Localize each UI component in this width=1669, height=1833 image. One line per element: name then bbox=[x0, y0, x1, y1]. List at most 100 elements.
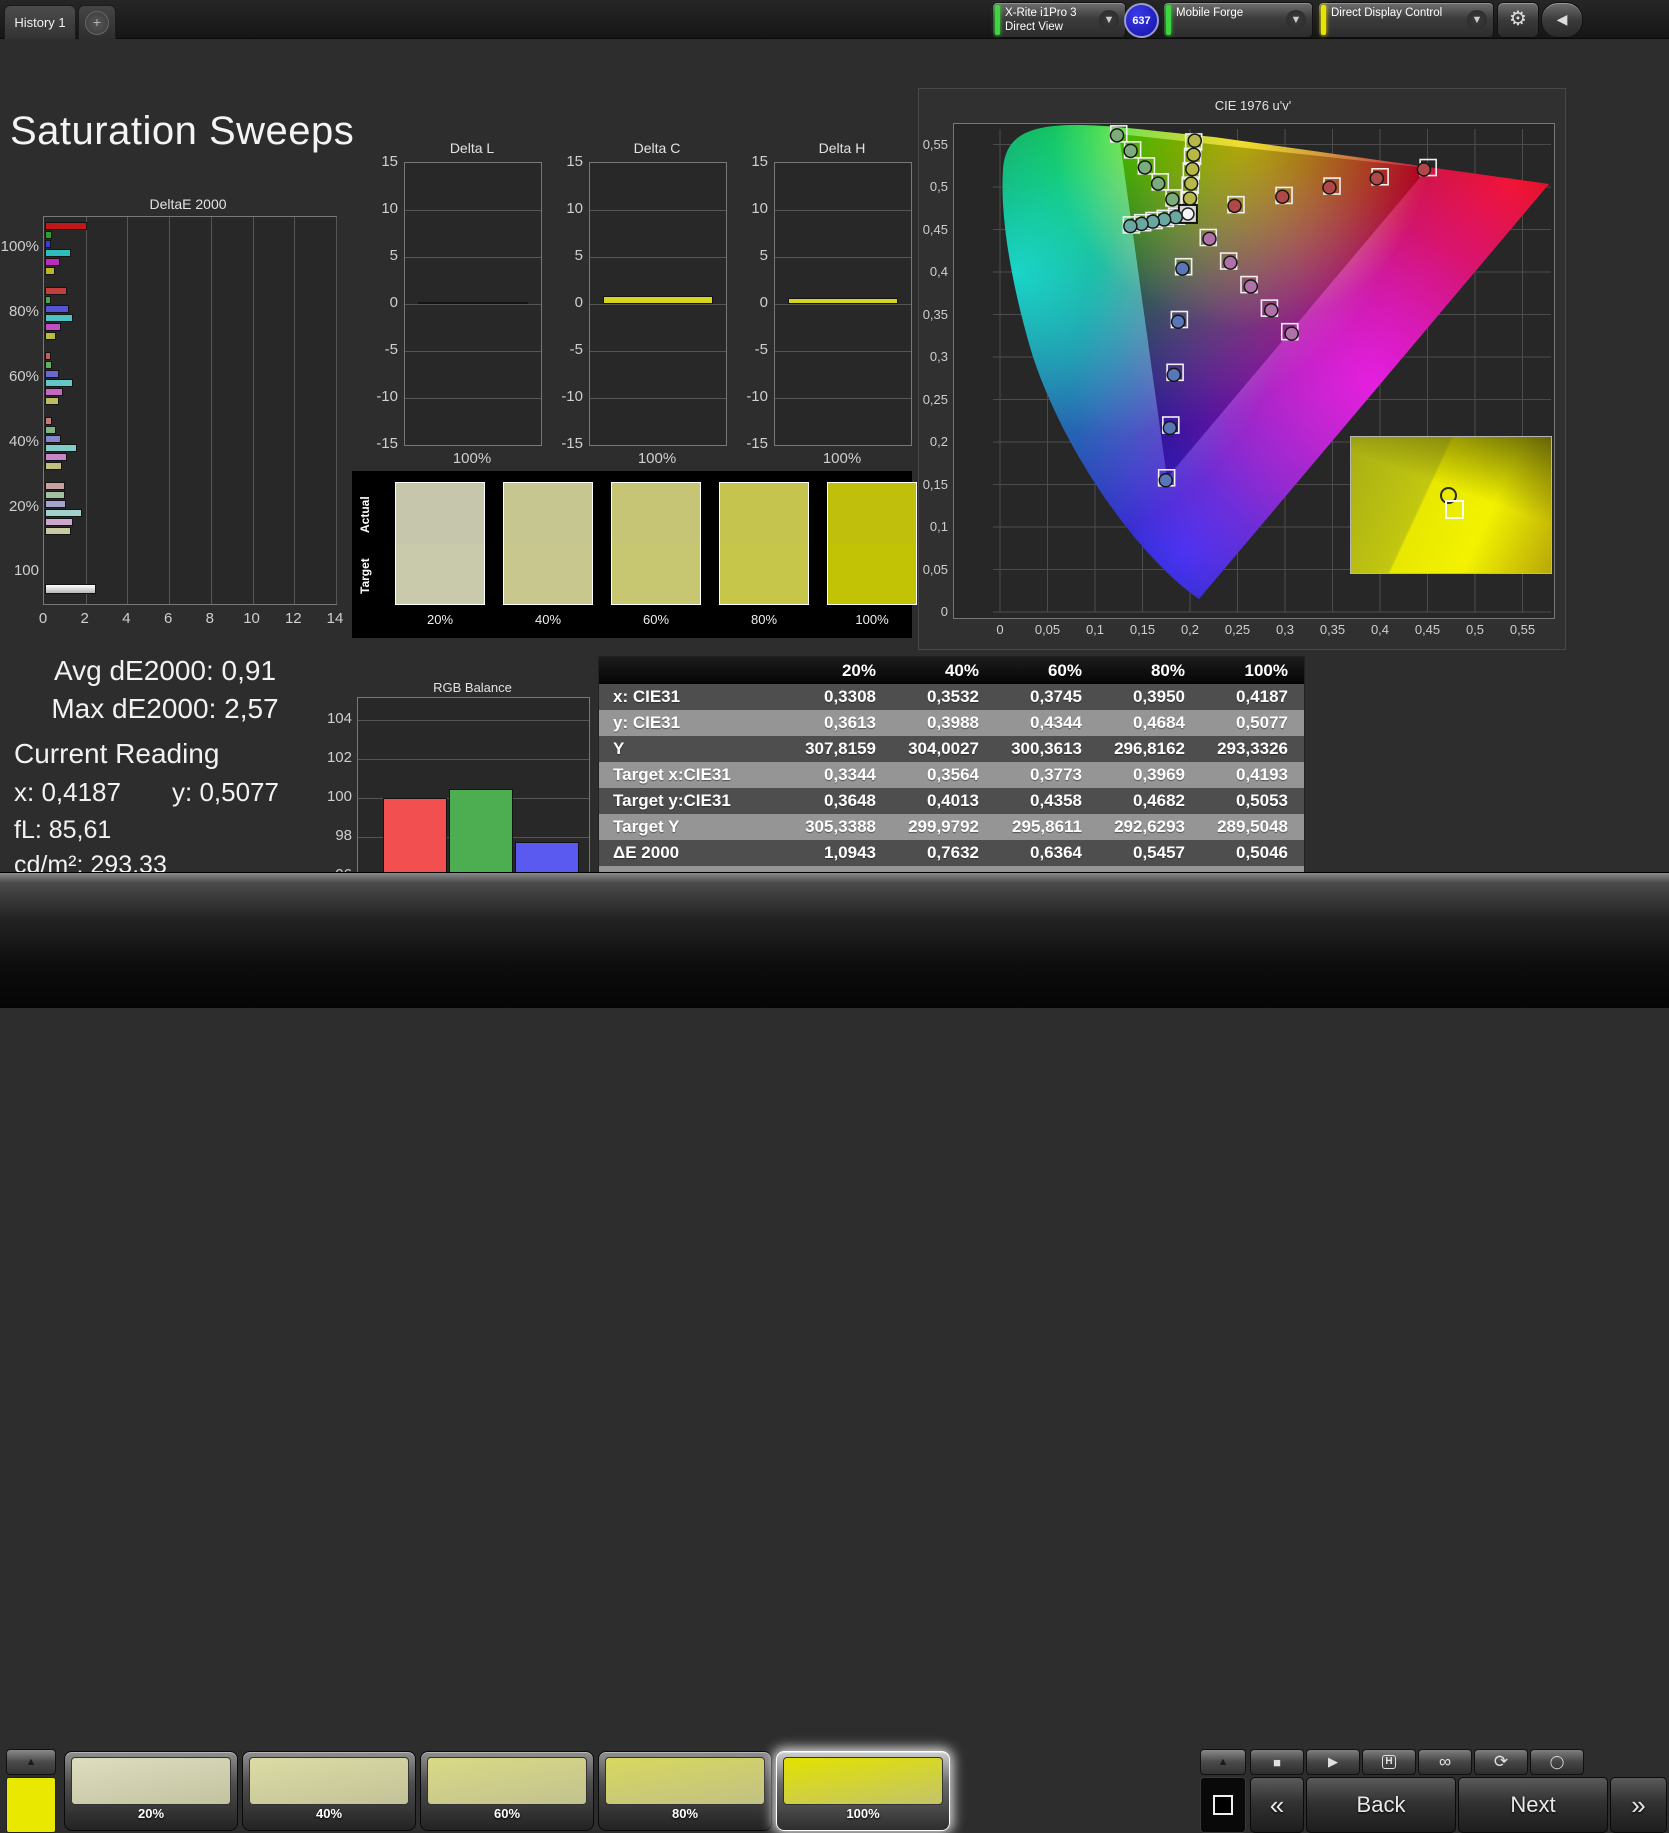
double-chevron-left-icon: « bbox=[1269, 1789, 1285, 1820]
actual-row-label: Actual bbox=[358, 496, 372, 534]
swatch-80% bbox=[719, 482, 809, 605]
group-label: 40% bbox=[8, 433, 39, 450]
y-tick-label: -15 bbox=[376, 435, 398, 452]
record-icon: ◯ bbox=[1549, 1754, 1565, 1769]
settings-button[interactable]: ⚙ bbox=[1497, 2, 1539, 38]
cie-x-tick: 0,05 bbox=[1034, 622, 1061, 637]
h-mode-button[interactable]: H bbox=[1362, 1749, 1416, 1775]
patch-button-80%[interactable]: 80% bbox=[598, 1751, 772, 1831]
cie-x-tick: 0,2 bbox=[1180, 622, 1200, 637]
gridline bbox=[775, 351, 911, 352]
bar-cyan bbox=[45, 509, 82, 517]
collapse-panel-button[interactable]: ◀ bbox=[1541, 2, 1583, 38]
cell: 0,6364 bbox=[1030, 843, 1082, 862]
gridline bbox=[405, 304, 541, 305]
y-tick-label: 15 bbox=[566, 153, 583, 170]
patch-button-40%[interactable]: 40% bbox=[242, 1751, 416, 1831]
y-tick-label: -15 bbox=[746, 435, 768, 452]
meter-count-badge[interactable]: 637 bbox=[1124, 3, 1159, 38]
inset-target-point bbox=[1445, 499, 1464, 519]
patch-button-20%[interactable]: 20% bbox=[64, 1751, 238, 1831]
actual-swatch bbox=[828, 483, 916, 544]
source-dropdown[interactable]: Mobile Forge ▼ bbox=[1163, 2, 1313, 38]
display-control-dropdown[interactable]: Direct Display Control ▼ bbox=[1318, 2, 1494, 38]
cie-y-tick: 0,2 bbox=[929, 434, 948, 449]
y-tick-label: 15 bbox=[751, 153, 768, 170]
add-tab-button[interactable]: + bbox=[78, 5, 116, 39]
play-button[interactable]: ▶ bbox=[1306, 1749, 1360, 1775]
bar-blue bbox=[45, 435, 61, 443]
repeat-button[interactable]: ⟳ bbox=[1474, 1749, 1528, 1775]
y-tick-label: -5 bbox=[569, 341, 583, 358]
gridline bbox=[405, 210, 541, 211]
column-header: 100% bbox=[1244, 661, 1288, 680]
patch-window-button[interactable] bbox=[1200, 1777, 1246, 1833]
gridline bbox=[358, 720, 589, 721]
y-tick-label: 100 bbox=[326, 788, 352, 805]
measured-yellow bbox=[1183, 176, 1199, 191]
patch-button-100%[interactable]: 100% bbox=[776, 1751, 950, 1831]
cie-zoom-inset bbox=[1350, 436, 1552, 574]
cell: 0,4187 bbox=[1236, 687, 1288, 706]
actual-swatch bbox=[612, 483, 700, 544]
measured-magenta bbox=[1243, 279, 1259, 294]
h-mode-icon: H bbox=[1382, 1755, 1396, 1769]
current-reading-label: Current Reading bbox=[14, 738, 220, 769]
y-tick-label: 15 bbox=[381, 153, 398, 170]
bar-yellow bbox=[45, 462, 62, 470]
calibration-app: History 1 + X-Rite i1Pro 3 Direct View ▼ … bbox=[0, 0, 1669, 1833]
bar-green bbox=[45, 296, 52, 304]
patch-button-60%[interactable]: 60% bbox=[420, 1751, 594, 1831]
expand-right-button[interactable]: ▲ bbox=[1200, 1749, 1246, 1775]
measured-green bbox=[1123, 143, 1138, 159]
double-chevron-right-icon: » bbox=[1631, 1789, 1646, 1820]
bar-yellow bbox=[45, 332, 57, 340]
cie-y-tick: 0,4 bbox=[929, 264, 948, 279]
stop-icon: ■ bbox=[1273, 1754, 1281, 1770]
delta_l-title: Delta L bbox=[449, 140, 495, 156]
gridline bbox=[590, 398, 726, 399]
continuous-button[interactable]: ∞ bbox=[1418, 1749, 1472, 1775]
stop-button[interactable]: ■ bbox=[1250, 1749, 1304, 1775]
expand-left-button[interactable]: ▲ bbox=[6, 1749, 56, 1775]
measured-green bbox=[1150, 176, 1166, 191]
column-header: 20% bbox=[841, 661, 876, 680]
record-button[interactable]: ◯ bbox=[1530, 1749, 1584, 1775]
cell: 0,3950 bbox=[1133, 687, 1185, 706]
measured-magenta bbox=[1284, 326, 1299, 341]
white-point-measured bbox=[1181, 207, 1195, 221]
meter-dropdown[interactable]: X-Rite i1Pro 3 Direct View ▼ bbox=[992, 2, 1126, 38]
x-tick-label: 0 bbox=[38, 610, 48, 627]
bar-blue bbox=[45, 370, 59, 378]
current-patch-swatch[interactable] bbox=[6, 1777, 56, 1833]
back-button[interactable]: Back bbox=[1306, 1777, 1456, 1833]
delta_l-bar bbox=[418, 301, 528, 304]
measured-blue bbox=[1175, 261, 1190, 276]
repeat-icon: ⟳ bbox=[1493, 1752, 1509, 1771]
target-swatch bbox=[828, 543, 916, 604]
gridline bbox=[405, 398, 541, 399]
swatch-label: 20% bbox=[426, 612, 454, 627]
bar-magenta bbox=[45, 518, 74, 526]
cell: 0,3745 bbox=[1030, 687, 1082, 706]
cell: 0,5053 bbox=[1236, 791, 1288, 810]
patch-label: 60% bbox=[493, 1806, 521, 1821]
row-label: x: CIE31 bbox=[613, 687, 681, 706]
bar-cyan bbox=[45, 379, 74, 387]
x-axis-label: 100% bbox=[452, 450, 492, 467]
bar-magenta bbox=[45, 453, 67, 461]
swatch-40% bbox=[503, 482, 593, 605]
gridline bbox=[590, 304, 726, 305]
row-label: Target Y bbox=[613, 817, 680, 836]
tab-history-1[interactable]: History 1 bbox=[4, 5, 76, 39]
measured-yellow bbox=[1186, 147, 1201, 162]
next-chevron-button[interactable]: » bbox=[1610, 1777, 1667, 1833]
next-button[interactable]: Next bbox=[1458, 1777, 1608, 1833]
y-tick-label: -10 bbox=[561, 388, 583, 405]
cell: 307,8159 bbox=[805, 739, 876, 758]
row-label: y: CIE31 bbox=[613, 713, 681, 732]
y-tick-label: -5 bbox=[384, 341, 398, 358]
back-chevron-button[interactable]: « bbox=[1250, 1777, 1304, 1833]
left-arrow-icon: ◀ bbox=[1556, 11, 1568, 27]
measured-blue bbox=[1162, 420, 1178, 436]
